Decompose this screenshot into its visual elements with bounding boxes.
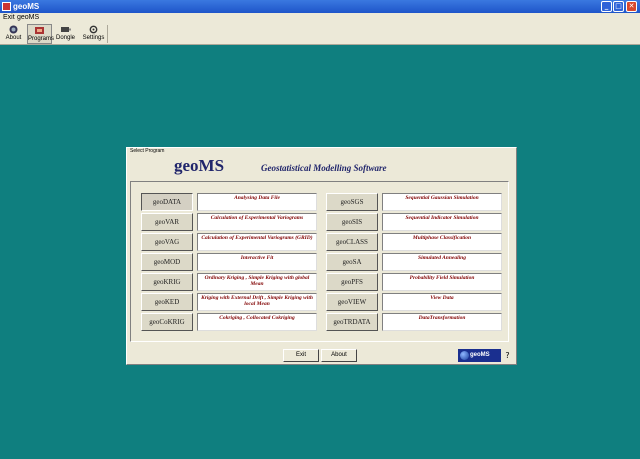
close-button[interactable]: ✕ xyxy=(626,1,637,12)
program-button-geovag[interactable]: geoVAG xyxy=(141,233,193,251)
toolbar-label: Dongle xyxy=(55,35,75,41)
program-description: DataTransformation xyxy=(382,313,502,331)
program-description: Calculation of Experimental Variograms xyxy=(197,213,317,231)
program-description: Multiphase Classification xyxy=(382,233,502,251)
select-program-dialog: Select Program geoMS Geostatistical Mode… xyxy=(126,147,517,365)
about-button[interactable]: About xyxy=(321,349,357,362)
toolbar: About Programs Dongle Settings xyxy=(0,23,640,45)
dongle-toolbar-button[interactable]: Dongle xyxy=(53,24,78,44)
program-description: Sequential Gaussian Simulation xyxy=(382,193,502,211)
program-description: View Data xyxy=(382,293,502,311)
program-button-geoclass[interactable]: geoCLASS xyxy=(326,233,378,251)
program-panel: geoDATA Analysing Data File geoVAR Calcu… xyxy=(130,181,509,342)
program-button-geovar[interactable]: geoVAR xyxy=(141,213,193,231)
window-title: geoMS xyxy=(13,2,40,11)
program-button-geosis[interactable]: geoSIS xyxy=(326,213,378,231)
programs-icon xyxy=(35,27,44,34)
settings-icon xyxy=(89,25,98,34)
brand-subtitle: Geostatistical Modelling Software xyxy=(261,163,387,173)
about-toolbar-button[interactable]: About xyxy=(1,24,26,44)
program-button-geotrdata[interactable]: geoTRDATA xyxy=(326,313,378,331)
about-icon xyxy=(9,25,18,34)
maximize-button[interactable]: □ xyxy=(613,1,624,12)
minimize-button[interactable]: _ xyxy=(601,1,612,12)
toolbar-label: Settings xyxy=(82,35,105,41)
program-button-geodata[interactable]: geoDATA xyxy=(141,193,193,211)
program-button-geoview[interactable]: geoVIEW xyxy=(326,293,378,311)
program-button-geoked[interactable]: geoKED xyxy=(141,293,193,311)
program-description: Kriging with External Drift , Simple Kri… xyxy=(197,293,317,311)
help-icon[interactable]: ? xyxy=(503,350,512,361)
dialog-caption: Select Program xyxy=(130,148,165,154)
program-description: Simulated Annealing xyxy=(382,253,502,271)
program-button-geosa[interactable]: geoSA xyxy=(326,253,378,271)
app-icon xyxy=(2,2,11,11)
program-button-geocokrig[interactable]: geoCoKRIG xyxy=(141,313,193,331)
menu-item-geoms[interactable]: geoMS xyxy=(17,14,39,22)
program-button-geomod[interactable]: geoMOD xyxy=(141,253,193,271)
program-button-geokrig[interactable]: geoKRIG xyxy=(141,273,193,291)
toolbar-label: Programs xyxy=(28,36,55,42)
exit-button[interactable]: Exit xyxy=(283,349,319,362)
dongle-icon xyxy=(61,27,71,32)
toolbar-separator xyxy=(107,25,108,43)
settings-toolbar-button[interactable]: Settings xyxy=(81,24,106,44)
program-description: Calculation of Experimental Variograms (… xyxy=(197,233,317,251)
geoms-logo: geoMS xyxy=(458,349,501,362)
toolbar-label: About xyxy=(5,35,22,41)
globe-icon xyxy=(460,351,469,360)
title-bar: geoMS _ □ ✕ xyxy=(0,0,640,13)
logo-text: geoMS xyxy=(470,352,490,358)
program-description: Ordinary Kriging , Simple Kriging with g… xyxy=(197,273,317,291)
program-description: Sequential Indicator Simulation xyxy=(382,213,502,231)
program-description: Probability Field Simulation xyxy=(382,273,502,291)
brand-title: geoMS xyxy=(174,156,225,175)
program-description: Interactive Fit xyxy=(197,253,317,271)
program-description: Analysing Data File xyxy=(197,193,317,211)
menu-item-exit[interactable]: Exit xyxy=(3,14,15,22)
program-button-geopfs[interactable]: geoPFS xyxy=(326,273,378,291)
program-description: Cokriging , Collocated Cokriging xyxy=(197,313,317,331)
program-button-geosgs[interactable]: geoSGS xyxy=(326,193,378,211)
menu-bar: Exit geoMS xyxy=(0,13,640,23)
programs-toolbar-button[interactable]: Programs xyxy=(27,24,55,44)
